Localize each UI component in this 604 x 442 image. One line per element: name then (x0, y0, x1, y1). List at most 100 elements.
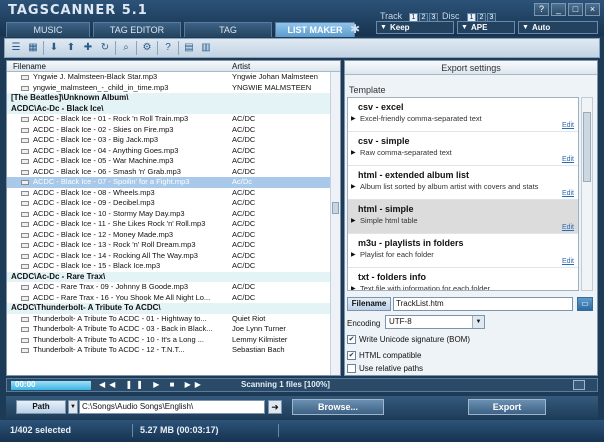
tag-type-select[interactable]: ▼ APE (457, 21, 515, 34)
folder-icon[interactable]: ▭ (577, 297, 593, 311)
table-row[interactable]: ACDC - Black Ice - 11 - She Likes Rock '… (7, 219, 340, 230)
folder-group-row[interactable]: [The Beatles]\Unknown Album\ (7, 93, 340, 104)
expand-arrow-icon[interactable]: ▶ (351, 285, 356, 290)
search-icon[interactable]: ⌕ (119, 41, 133, 55)
bom-checkbox[interactable]: ✔ (347, 335, 356, 344)
table-row-selected[interactable]: ACDC - Black Ice - 07 - Spoilin' for a F… (7, 177, 340, 188)
folder-group-row[interactable]: ACDC\Ac-Dc - Rare Trax\ (7, 271, 340, 282)
table-row[interactable]: Thunderbolt- A Tribute To ACDC - 12 - T.… (7, 345, 340, 356)
table-row[interactable]: Thunderbolt- A Tribute To ACDC - 01 - Hi… (7, 314, 340, 325)
previous-icon[interactable]: ◀◀ (99, 380, 119, 389)
pause-icon[interactable]: ❚❚ (126, 380, 147, 389)
table-row[interactable]: ACDC - Black Ice - 09 - Decibel.mp3 AC/DC (7, 198, 340, 209)
tab-list-maker[interactable]: LIST MAKER (275, 22, 355, 37)
settings-icon[interactable]: ⚙ (140, 41, 154, 55)
relative-paths-checkbox[interactable] (347, 364, 356, 373)
add-folder-icon[interactable]: ✚ (81, 41, 95, 55)
table-row[interactable]: Thunderbolt- A Tribute To ACDC - 03 - Ba… (7, 324, 340, 335)
table-row[interactable]: ACDC - Black Ice - 04 - Anything Goes.mp… (7, 146, 340, 157)
expand-arrow-icon[interactable]: ▶ (351, 183, 356, 190)
play-icon[interactable]: ▶ (153, 380, 163, 389)
maximize-icon[interactable]: □ (568, 3, 583, 16)
html-compatible-checkbox[interactable]: ✔ (347, 351, 356, 360)
arrow-right-icon[interactable]: ➜ (268, 400, 282, 414)
table-row[interactable]: ACDC - Black Ice - 02 - Skies on Fire.mp… (7, 125, 340, 136)
move-up-icon[interactable]: ⬆ (64, 41, 78, 55)
keep-select[interactable]: ▼ Keep (376, 21, 454, 34)
bom-checkbox-row[interactable]: ✔ Write Unicode signature (BOM) (347, 335, 470, 344)
table-row[interactable]: Yngwie J. Malmsteen-Black Star.mp3 Yngwie… (7, 72, 340, 83)
column-header-filename[interactable]: Filename (13, 62, 46, 71)
export-button[interactable]: Export (468, 399, 546, 415)
table-row[interactable]: Thunderbolt- A Tribute To ACDC - 10 - It… (7, 335, 340, 346)
file-list-scrollbar[interactable] (330, 72, 340, 375)
status-divider (132, 424, 133, 437)
chevron-down-icon[interactable]: ▼ (68, 400, 78, 414)
export-file-icon[interactable]: ▥ (199, 41, 213, 55)
expand-arrow-icon[interactable]: ▶ (351, 149, 356, 156)
table-row[interactable]: ACDC - Black Ice - 14 - Rocking All The … (7, 251, 340, 262)
table-row[interactable]: ACDC - Black Ice - 13 - Rock 'n' Roll Dr… (7, 240, 340, 251)
template-scrollbar[interactable] (581, 97, 593, 291)
scrollbar-thumb[interactable] (332, 202, 339, 214)
html-compatible-checkbox-row[interactable]: ✔ HTML compatible (347, 351, 421, 360)
table-row[interactable]: ACDC - Black Ice - 01 - Rock 'n Roll Tra… (7, 114, 340, 125)
relative-paths-checkbox-row[interactable]: Use relative paths (347, 364, 423, 373)
column-header-artist[interactable]: Artist (232, 62, 250, 71)
filename-input[interactable]: TrackList.htm (393, 297, 573, 311)
tab-tag-editor[interactable]: TAG EDITOR (93, 22, 181, 37)
folder-group-row[interactable]: ACDC\Ac-Dc - Black Ice\ (7, 103, 340, 114)
path-input[interactable]: C:\Songs\Audio Songs\English\ (79, 400, 265, 414)
edit-template-link[interactable]: Edit (562, 224, 574, 231)
template-item[interactable]: csv - excel ▶ Excel-friendly comma-separat… (348, 98, 578, 132)
edit-template-link[interactable]: Edit (562, 258, 574, 265)
grid-view-icon[interactable]: ▦ (26, 41, 40, 55)
table-row[interactable]: ACDC - Black Ice - 03 - Big Jack.mp3 AC/D… (7, 135, 340, 146)
table-row[interactable]: ACDC - Black Ice - 10 - Stormy May Day.m… (7, 209, 340, 220)
table-row[interactable]: yngwie_malmsteen_-_child_in_time.mp3 YNGW… (7, 83, 340, 94)
table-row[interactable]: ACDC - Black Ice - 05 - War Machine.mp3 A… (7, 156, 340, 167)
table-row[interactable]: ACDC - Black Ice - 06 - Smash 'n' Grab.m… (7, 167, 340, 178)
stop-icon[interactable]: ■ (170, 380, 179, 389)
help-icon[interactable]: ? (161, 41, 175, 55)
template-item[interactable]: html - simple ▶ Simple html table Edit (348, 200, 578, 234)
expand-arrow-icon[interactable]: ▶ (351, 217, 356, 224)
close-icon[interactable]: × (585, 3, 600, 16)
template-item[interactable]: txt - folders info ▶ Text file with inform… (348, 268, 578, 290)
refresh-icon[interactable]: ↻ (98, 41, 112, 55)
table-row[interactable]: ACDC - Black Ice - 12 - Money Made.mp3 AC… (7, 230, 340, 241)
minimize-icon[interactable]: _ (551, 3, 566, 16)
template-item[interactable]: csv - simple ▶ Raw comma-separated text Edi… (348, 132, 578, 166)
export-settings-header: Export settings (345, 61, 597, 75)
path-button[interactable]: Path (16, 400, 66, 414)
folder-group-row[interactable]: ACDC\Thunderbolt- A Tribute To ACDC\ (7, 303, 340, 314)
help-icon[interactable]: ? (534, 3, 549, 16)
edit-template-link[interactable]: Edit (562, 156, 574, 163)
browse-button[interactable]: Browse... (292, 399, 384, 415)
edit-template-link[interactable]: Edit (562, 122, 574, 129)
edit-template-link[interactable]: Edit (562, 190, 574, 197)
expand-arrow-icon[interactable]: ▶ (351, 251, 356, 258)
filename-cell: Thunderbolt- A Tribute To ACDC - 10 - It… (33, 334, 204, 344)
tab-music-renamer[interactable]: MUSIC RENAMER (6, 22, 90, 50)
table-row[interactable]: ACDC - Black Ice - 15 - Black Ice.mp3 AC/… (7, 261, 340, 272)
app-logo: TAGSCANNER 5.1 (8, 3, 148, 18)
table-row[interactable]: ACDC - Rare Trax - 16 - You Shook Me All… (7, 293, 340, 304)
template-item[interactable]: html - extended album list ▶ Album list so… (348, 166, 578, 200)
table-row[interactable]: ACDC - Rare Trax - 09 - Johnny B Goode.m… (7, 282, 340, 293)
expand-arrow-icon[interactable]: ▶ (351, 115, 356, 122)
filename-cell: ACDC - Black Ice - 13 - Rock 'n' Roll Dr… (33, 240, 196, 249)
next-icon[interactable]: ▶▶ (185, 380, 205, 389)
encoding-select[interactable]: UTF-8 ▼ (385, 315, 485, 329)
tab-tag-processor[interactable]: TAG PROCESSOR (184, 22, 272, 50)
auto-select[interactable]: ▼ Auto (518, 21, 598, 34)
cancel-scan-button[interactable] (573, 380, 585, 390)
table-row[interactable]: ACDC - Black Ice - 08 - Wheels.mp3 AC/DC (7, 188, 340, 199)
move-down-icon[interactable]: ⬇ (47, 41, 61, 55)
list-view-icon[interactable]: ☰ (9, 41, 23, 55)
gear-icon[interactable]: ✱ (350, 22, 360, 36)
document-icon[interactable]: ▤ (182, 41, 196, 55)
scrollbar-thumb[interactable] (583, 112, 591, 182)
template-item[interactable]: m3u - playlists in folders ▶ Playlist for … (348, 234, 578, 268)
scan-status: Scanning 1 files [100%] (241, 380, 330, 389)
